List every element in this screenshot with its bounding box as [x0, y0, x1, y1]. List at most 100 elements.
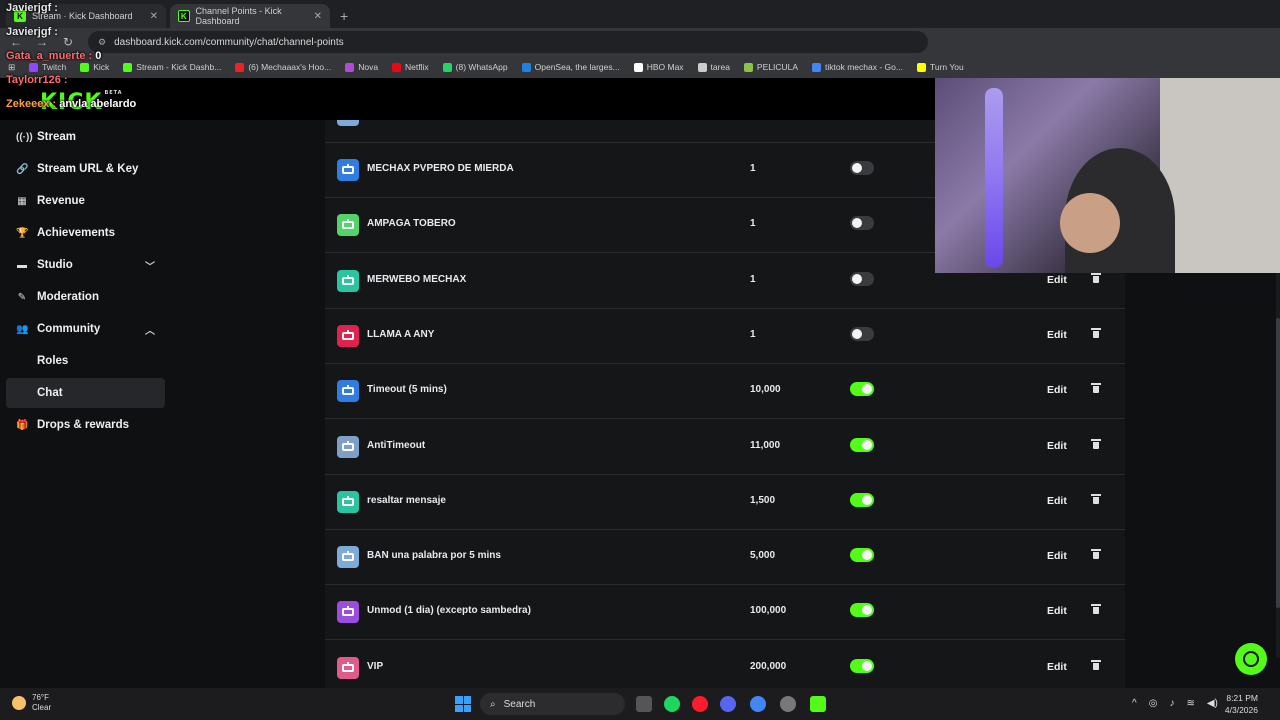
close-icon[interactable]: ✕ — [150, 11, 158, 22]
network-icon[interactable]: ◎ — [1149, 698, 1158, 709]
chat-message: anvla abelardo — [59, 98, 137, 110]
sidebar-item-studio[interactable]: ▬ Studio ﹀ — [6, 250, 165, 280]
file-explorer-icon[interactable] — [636, 696, 652, 712]
sidebar-item-drops-rewards[interactable]: 🎁 Drops & rewards — [6, 410, 165, 440]
bookmark-item[interactable]: Turn You — [916, 62, 964, 72]
mic-icon[interactable]: ♪ — [1169, 698, 1174, 709]
reload-icon[interactable]: ↻ — [62, 35, 74, 49]
reward-cost: 5,000 — [750, 550, 776, 562]
edit-button[interactable]: Edit — [1047, 495, 1067, 507]
windows-start-icon[interactable] — [455, 696, 471, 712]
reward-enabled-toggle[interactable] — [850, 492, 874, 507]
edit-button[interactable]: Edit — [1047, 605, 1067, 617]
reward-name: resaltar mensaje — [367, 494, 446, 506]
bookmark-item[interactable]: Stream - Kick Dashb... — [123, 62, 221, 72]
reward-cost: 10,000 — [750, 384, 781, 396]
table-row: BAN una palabra por 5 mins 5,000 Edit — [325, 530, 1125, 586]
bookmark-item[interactable]: HBO Max — [633, 62, 684, 72]
taskbar-clock[interactable]: 8:21 PM 4/3/2026 — [1225, 693, 1258, 717]
table-row: LLAMA A ANY 1 Edit — [325, 309, 1125, 364]
reward-name: LLAMA A ANY — [367, 328, 435, 340]
trash-icon[interactable] — [1091, 327, 1101, 339]
apps-icon[interactable]: ⊞ — [8, 62, 15, 73]
sidebar-item-stream-url-key[interactable]: 🔗 Stream URL & Key — [6, 154, 165, 184]
browser-tabbar: K Stream · Kick Dashboard ✕ K Channel Po… — [0, 0, 1280, 28]
reward-name: MECHAX PVPERO DE MIERDA — [367, 163, 514, 174]
sidebar-item-moderation[interactable]: ✎ Moderation — [6, 282, 165, 312]
bookmark-item[interactable]: PELICULA — [743, 62, 798, 72]
reward-enabled-toggle[interactable] — [850, 658, 874, 673]
moon-icon — [12, 695, 26, 710]
discord-icon[interactable] — [720, 696, 736, 712]
chevron-down-icon: ﹀ — [145, 261, 155, 273]
sidebar-item-revenue[interactable]: ▦ Revenue — [6, 186, 165, 216]
sidebar-item-stream[interactable]: ((·)) Stream — [6, 122, 165, 152]
webcam-overlay — [935, 78, 1280, 273]
reward-enabled-toggle[interactable] — [850, 382, 874, 397]
taskbar-search[interactable]: ⌕ Search — [480, 693, 625, 715]
sidebar-item-achievements[interactable]: 🏆 Achievements — [6, 218, 165, 248]
edit-button[interactable]: Edit — [1047, 440, 1067, 452]
trash-icon[interactable] — [1091, 659, 1101, 671]
trash-icon[interactable] — [1091, 603, 1101, 615]
browser-tab-channel-points[interactable]: K Channel Points - Kick Dashboard ✕ — [170, 4, 330, 28]
browser-addressbar: ← → ↻ ⚙ dashboard.kick.com/community/cha… — [0, 28, 1280, 56]
search-icon: ⌕ — [490, 698, 496, 710]
chevron-up-icon[interactable]: ^ — [1132, 698, 1137, 709]
settings-icon[interactable] — [780, 696, 796, 712]
reward-icon — [337, 159, 359, 181]
bookmark-item[interactable]: Twitch — [29, 62, 66, 72]
reward-enabled-toggle[interactable] — [850, 216, 874, 231]
trash-icon[interactable] — [1091, 272, 1101, 284]
reward-enabled-toggle[interactable] — [850, 326, 874, 341]
close-icon[interactable]: ✕ — [314, 11, 322, 22]
bookmark-item[interactable]: Nova — [345, 62, 378, 72]
chat-username: Javierjgf : — [6, 2, 58, 14]
bookmark-item[interactable]: (6) Mechaaax's Hoo... — [235, 62, 331, 72]
trophy-icon: 🏆 — [16, 227, 29, 239]
chat-username: Taylorr126 : — [6, 74, 68, 86]
trash-icon[interactable] — [1091, 382, 1101, 394]
bookmark-item[interactable]: (8) WhatsApp — [442, 62, 508, 72]
edit-button[interactable]: Edit — [1047, 329, 1067, 341]
trash-icon[interactable] — [1091, 438, 1101, 450]
bookmark-item[interactable]: Netflix — [392, 62, 429, 72]
chrome-icon[interactable] — [750, 696, 766, 712]
reward-icon — [337, 490, 359, 513]
trash-icon[interactable] — [1091, 548, 1101, 560]
bookmark-item[interactable]: OpenSea, the larges... — [521, 62, 620, 72]
spotify-icon[interactable] — [664, 696, 680, 712]
url-text: dashboard.kick.com/community/chat/channe… — [114, 36, 344, 48]
reward-name: BAN una palabra por 5 mins — [367, 550, 501, 562]
reward-name: VIP — [367, 660, 384, 672]
weather-widget[interactable]: 76°F Clear — [12, 693, 51, 712]
new-tab-icon[interactable]: + — [340, 8, 348, 24]
broadcast-icon: ((·)) — [16, 131, 33, 143]
url-field[interactable]: ⚙ dashboard.kick.com/community/chat/chan… — [88, 31, 928, 53]
volume-icon[interactable]: ◀) — [1207, 698, 1218, 709]
sidebar-item-roles[interactable]: Roles — [6, 346, 165, 376]
edit-button[interactable]: Edit — [1047, 550, 1067, 562]
reward-enabled-toggle[interactable] — [850, 548, 874, 563]
edit-button[interactable]: Edit — [1047, 384, 1067, 396]
wifi-icon[interactable]: ≋ — [1186, 698, 1194, 709]
video-icon: ▬ — [17, 259, 27, 271]
sidebar-item-community[interactable]: 👥 Community ︿ — [6, 314, 165, 344]
support-chat-button[interactable] — [1235, 643, 1267, 675]
kick-app-icon[interactable] — [810, 696, 826, 712]
bookmark-item[interactable]: Kick — [80, 62, 109, 72]
reward-enabled-toggle[interactable] — [850, 271, 874, 286]
site-info-icon[interactable]: ⚙ — [98, 37, 106, 48]
reward-cost: 1 — [750, 273, 756, 285]
edit-button[interactable]: Edit — [1047, 661, 1067, 673]
reward-enabled-toggle[interactable] — [850, 437, 874, 452]
trash-icon[interactable] — [1091, 493, 1101, 505]
bookmark-item[interactable]: tarea — [697, 62, 730, 72]
reward-enabled-toggle[interactable] — [850, 161, 874, 175]
edit-button[interactable]: Edit — [1047, 274, 1067, 286]
reward-enabled-toggle[interactable] — [850, 603, 874, 618]
bookmark-item[interactable]: tiktok mechax - Go... — [812, 62, 903, 72]
opera-icon[interactable] — [692, 696, 708, 712]
sidebar-item-chat[interactable]: Chat — [6, 378, 165, 408]
windows-taskbar: 76°F Clear ⌕ Search ^ ◎ ♪ ≋ ◀) 8:21 PM 4… — [0, 688, 1280, 720]
